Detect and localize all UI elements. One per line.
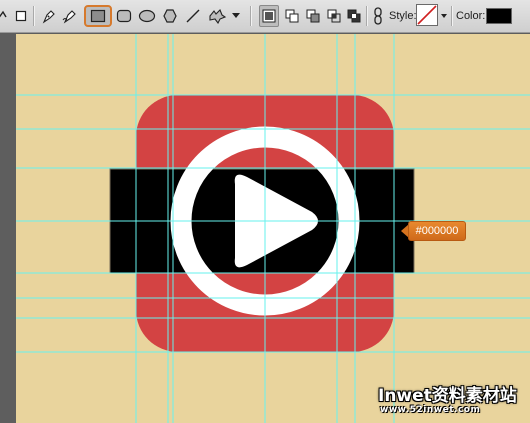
intersect-shape-button[interactable] — [324, 5, 344, 27]
freeform-pen-icon[interactable] — [61, 5, 79, 27]
dropdown-arrow-icon[interactable] — [230, 5, 242, 27]
style-swatch[interactable] — [416, 4, 438, 26]
new-shape-layer-icon — [262, 9, 276, 23]
lasso-tool-icon[interactable] — [0, 5, 10, 27]
link-chain-icon[interactable] — [371, 5, 385, 27]
add-to-shape-icon — [285, 9, 299, 23]
custom-shape-tool-icon[interactable] — [206, 5, 228, 27]
options-bar: Style: Color: — [0, 0, 530, 33]
color-swatch[interactable] — [486, 8, 512, 24]
style-label: Style: — [389, 10, 417, 22]
add-to-shape-button[interactable] — [282, 5, 302, 27]
rectangle-select-icon[interactable] — [13, 5, 29, 27]
separator — [33, 6, 35, 26]
rounded-rectangle-tool-icon[interactable] — [115, 5, 133, 27]
subtract-shape-button[interactable] — [303, 5, 323, 27]
watermark-title: Inwet资料素材站 — [378, 386, 517, 406]
subtract-shape-icon — [306, 9, 320, 23]
color-value-tooltip: #000000 — [408, 221, 466, 241]
new-shape-layer-button[interactable] — [259, 5, 279, 27]
polygon-tool-icon[interactable] — [161, 5, 179, 27]
exclude-shape-icon — [347, 9, 361, 23]
ellipse-tool-icon[interactable] — [137, 5, 157, 27]
separator — [366, 6, 368, 26]
separator — [250, 6, 252, 26]
style-dropdown-arrow-icon[interactable] — [440, 5, 448, 27]
watermark: Inwet资料素材站 www.52inwet.com — [374, 381, 524, 419]
rectangle-tool-button[interactable] — [84, 5, 112, 27]
separator — [451, 6, 453, 26]
watermark-url: www.52inwet.com — [380, 405, 481, 415]
canvas-area: #000000 — [0, 34, 530, 423]
color-label: Color: — [456, 10, 486, 22]
no-style-icon — [417, 5, 437, 25]
line-tool-icon[interactable] — [184, 5, 202, 27]
exclude-shape-button[interactable] — [344, 5, 364, 27]
intersect-shape-icon — [327, 9, 341, 23]
pen-tool-icon[interactable] — [40, 5, 58, 27]
rectangle-tool-icon — [90, 9, 106, 23]
